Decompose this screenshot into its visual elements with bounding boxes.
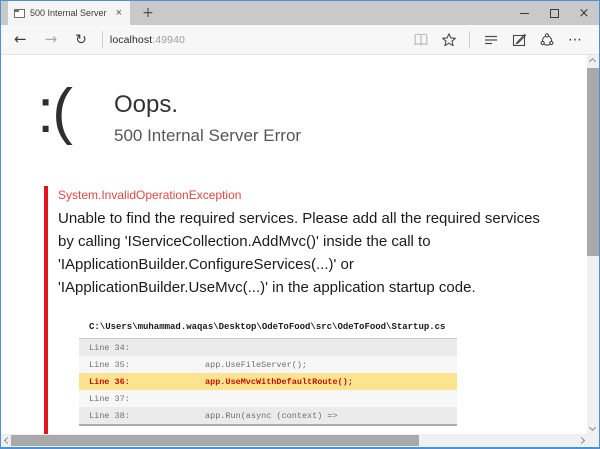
code-line: Line 34:: [79, 339, 457, 356]
line-label: Line 37:: [89, 394, 205, 404]
minimize-button[interactable]: [509, 1, 539, 25]
code-line: Line 35: app.UseFileServer();: [79, 356, 457, 373]
chevron-up-icon: [589, 58, 596, 65]
page-content: :( Oops. 500 Internal Server Error Syste…: [1, 55, 599, 434]
minimize-icon: [520, 13, 529, 14]
web-note-button[interactable]: [505, 32, 533, 48]
vertical-scrollbar[interactable]: [587, 55, 599, 434]
line-label: Line 36:: [89, 377, 205, 387]
window-controls: ×: [509, 1, 599, 25]
toolbar-right: ⋯: [407, 31, 589, 48]
exception-section: System.InvalidOperationException Unable …: [44, 186, 541, 434]
scroll-left-arrow[interactable]: [5, 438, 10, 443]
address-divider: [102, 31, 103, 48]
navigation-bar: ← → ↻ localhost:49940: [1, 25, 599, 55]
page-title: Oops.: [114, 92, 301, 118]
scroll-right-arrow[interactable]: [579, 438, 584, 443]
chevron-left-icon: [4, 437, 11, 444]
code-line: Line 38: app.Run(async (context) =>: [79, 407, 457, 424]
error-subtitle: 500 Internal Server Error: [114, 127, 301, 146]
vertical-scrollbar-thumb[interactable]: [587, 68, 599, 256]
favorites-button[interactable]: [435, 32, 463, 48]
chevron-right-icon: [578, 437, 585, 444]
hub-lines-icon: [483, 32, 499, 48]
line-code: app.Run(async (context) =>: [205, 411, 338, 421]
close-icon: ×: [579, 7, 590, 20]
maximize-button[interactable]: [539, 1, 569, 25]
exception-type: System.InvalidOperationException: [58, 188, 541, 202]
maximize-icon: [550, 9, 559, 18]
share-icon: [539, 32, 555, 48]
hub-button[interactable]: [477, 32, 505, 48]
page-icon: [14, 9, 25, 18]
scroll-down-arrow[interactable]: [590, 425, 595, 430]
line-code: app.UseMvcWithDefaultRoute();: [205, 377, 353, 387]
hero-block: Oops. 500 Internal Server Error: [114, 92, 301, 146]
code-snippet: C:\Users\muhammad.waqas\Desktop\OdeToFoo…: [79, 316, 457, 426]
browser-window: 500 Internal Server Error × + × ← → ↻ lo…: [0, 0, 600, 449]
tab-close-icon[interactable]: ×: [114, 7, 124, 20]
chevron-down-icon: [589, 424, 596, 431]
scroll-up-arrow[interactable]: [590, 59, 595, 64]
url-host: localhost: [110, 34, 152, 46]
close-button[interactable]: ×: [569, 1, 599, 25]
sad-face-emoticon: :(: [37, 81, 71, 143]
new-tab-button[interactable]: +: [130, 1, 166, 25]
star-icon: [441, 32, 457, 48]
horizontal-scrollbar[interactable]: [1, 434, 599, 447]
web-note-pen-icon: [511, 32, 527, 48]
url-port: :49940: [152, 34, 185, 46]
file-path: C:\Users\muhammad.waqas\Desktop\OdeToFoo…: [79, 316, 457, 338]
line-label: Line 35:: [89, 360, 205, 370]
code-line-highlighted: Line 36: app.UseMvcWithDefaultRoute();: [79, 373, 457, 390]
horizontal-scrollbar-thumb[interactable]: [11, 435, 419, 446]
browser-tab[interactable]: 500 Internal Server Error ×: [8, 1, 130, 25]
book-icon: [413, 32, 429, 48]
reading-view-button[interactable]: [407, 32, 435, 48]
line-label: Line 34:: [89, 343, 205, 353]
forward-button[interactable]: →: [36, 32, 67, 47]
code-line: Line 37:: [79, 390, 457, 407]
share-button[interactable]: [533, 32, 561, 48]
code-lines: Line 34: Line 35: app.UseFileServer(); L…: [79, 338, 457, 426]
line-code: app.UseFileServer();: [205, 360, 307, 370]
address-bar[interactable]: localhost:49940: [110, 34, 185, 46]
titlebar: 500 Internal Server Error × + ×: [1, 1, 599, 25]
refresh-button[interactable]: ↻: [66, 33, 96, 47]
tab-title: 500 Internal Server Error: [30, 8, 109, 18]
toolbar-divider: [469, 31, 470, 48]
back-button[interactable]: ←: [5, 32, 36, 47]
more-actions-button[interactable]: ⋯: [561, 33, 589, 47]
exception-message: Unable to find the required services. Pl…: [58, 207, 548, 299]
line-label: Line 38:: [89, 411, 205, 421]
more-dots-icon: ⋯: [568, 33, 582, 47]
